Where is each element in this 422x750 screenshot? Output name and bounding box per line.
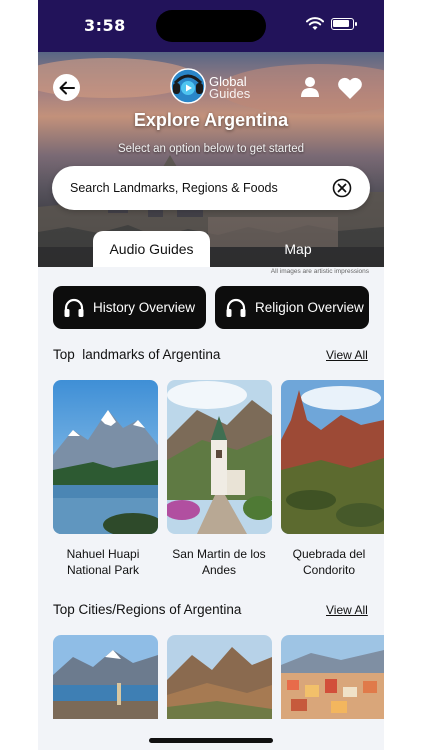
logo-line-2: Guides: [209, 86, 251, 101]
status-bar: 3:58: [38, 0, 384, 52]
headphones-icon: [64, 298, 84, 317]
search-bar[interactable]: [52, 166, 370, 210]
image-disclaimer: All images are artistic impressions: [270, 268, 369, 275]
tab-map[interactable]: Map: [248, 231, 348, 267]
wifi-icon: [306, 17, 324, 30]
user-icon[interactable]: [300, 76, 320, 98]
landmarks-section-title: Top landmarks of Argentina: [53, 347, 221, 362]
religion-overview-button[interactable]: Religion Overview: [215, 286, 369, 329]
logo-text: Global Guides: [209, 75, 251, 101]
cities-view-all-link[interactable]: View All: [326, 603, 368, 617]
landmark-image: [167, 380, 272, 534]
landmark-image: [53, 380, 158, 534]
page-title: Explore Argentina: [133, 110, 289, 130]
app-screen: 3:58 Global Guides Explore Argentina Sel…: [38, 0, 384, 750]
city-image: [167, 635, 272, 719]
dynamic-island: [156, 10, 266, 42]
page-subtitle: Select an option below to get started: [117, 143, 305, 155]
landmark-card-san-martin[interactable]: [167, 380, 272, 534]
city-image: [281, 635, 384, 719]
headphones-icon: [226, 298, 246, 317]
arrow-left-icon: [59, 81, 75, 94]
clear-search-icon[interactable]: [332, 178, 352, 198]
landmark-image: [281, 380, 384, 534]
home-indicator: [149, 738, 273, 743]
tab-audio-guides[interactable]: Audio Guides: [93, 231, 210, 267]
hero-banner: Global Guides Explore Argentina Select a…: [38, 52, 384, 267]
search-input[interactable]: [70, 166, 325, 210]
religion-overview-label: Religion Overview: [255, 300, 364, 315]
history-overview-button[interactable]: History Overview: [53, 286, 206, 329]
city-card[interactable]: [281, 635, 384, 719]
history-overview-label: History Overview: [93, 300, 196, 315]
city-image: [53, 635, 158, 719]
landmark-card-nahuel-huapi[interactable]: [53, 380, 158, 534]
status-time: 3:58: [84, 16, 126, 35]
landmark-label-san-martin: San Martin de los Andes: [172, 547, 266, 577]
landmarks-view-all-link[interactable]: View All: [326, 348, 368, 362]
city-card[interactable]: [167, 635, 272, 719]
battery-icon: [331, 18, 357, 30]
cities-section-title: Top Cities/Regions of Argentina: [53, 602, 242, 617]
landmark-label-quebrada-del-condorito: Quebrada del Condorito: [292, 547, 366, 577]
global-guides-logo: [170, 68, 206, 104]
landmark-label-nahuel-huapi: Nahuel Huapi National Park: [66, 547, 140, 577]
heart-icon[interactable]: [337, 76, 363, 100]
back-button[interactable]: [53, 74, 80, 101]
landmark-card-quebrada-del-condorito[interactable]: [281, 380, 384, 534]
city-card[interactable]: [53, 635, 158, 719]
